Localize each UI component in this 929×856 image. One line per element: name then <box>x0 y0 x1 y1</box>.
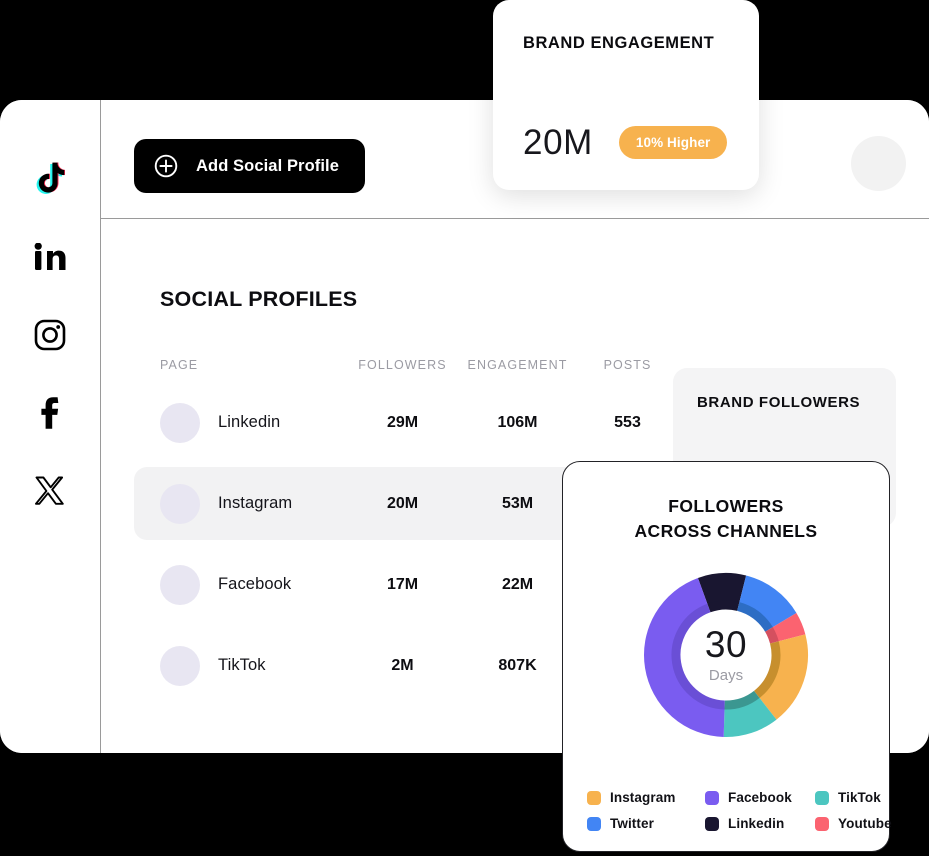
instagram-icon <box>34 319 66 351</box>
legend-label-instagram: Instagram <box>610 790 676 805</box>
brand-engagement-title: BRAND ENGAGEMENT <box>523 34 715 52</box>
row-avatar <box>160 564 200 605</box>
legend-swatch-youtube <box>815 816 829 831</box>
legend-label-twitter: Twitter <box>610 816 654 831</box>
donut-segment-youtube <box>772 612 806 642</box>
brand-engagement-metric: 20M 10% Higher <box>523 123 728 162</box>
legend-item-linkedin[interactable]: Linkedin <box>705 816 815 831</box>
legend-item-tiktok[interactable]: TikTok <box>815 790 892 805</box>
table-cell-page-label: Linkedin <box>218 413 281 431</box>
table-cell-page-label: Instagram <box>218 494 293 512</box>
facebook-icon <box>41 397 59 429</box>
legend-item-facebook[interactable]: Facebook <box>705 790 815 805</box>
legend-swatch-twitter <box>587 816 601 831</box>
donut-segment-linkedin <box>697 572 747 605</box>
brand-engagement-card: BRAND ENGAGEMENT 20M 10% Higher <box>493 0 759 190</box>
column-header-followers: FOLLOWERS <box>358 358 447 372</box>
legend-item-twitter[interactable]: Twitter <box>587 816 705 831</box>
sidebar-item-instagram[interactable] <box>23 308 77 362</box>
column-header-page: PAGE <box>160 358 199 372</box>
sidebar-item-linkedin[interactable] <box>23 230 77 284</box>
row-avatar <box>160 483 200 524</box>
table-cell-page: Instagram <box>160 483 350 524</box>
sidebar-item-tiktok[interactable] <box>23 152 77 206</box>
donut-segment-linkedin <box>707 600 740 613</box>
legend-swatch-facebook <box>705 790 719 805</box>
row-avatar <box>160 402 200 443</box>
followers-chart-title-line2: ACROSS CHANNELS <box>634 521 818 542</box>
sidebar-item-facebook[interactable] <box>23 386 77 440</box>
table-cell-page-label: Facebook <box>218 575 292 593</box>
donut-segment-tiktok <box>723 696 777 737</box>
donut-svg <box>644 572 808 737</box>
chart-legend: Instagram Facebook TikTok Twitter Linked… <box>587 790 892 831</box>
legend-swatch-instagram <box>587 790 601 805</box>
table-cell-engagement: 106M <box>497 413 538 431</box>
legend-label-youtube: Youtube <box>838 816 892 831</box>
table-cell-page: Linkedin <box>160 402 350 443</box>
followers-across-channels-card: FOLLOWERS ACROSS CHANNELS 30 Days Instag… <box>562 461 892 852</box>
social-sidebar <box>0 100 101 753</box>
column-header-engagement: ENGAGEMENT <box>467 358 568 372</box>
table-cell-followers: 17M <box>386 575 419 593</box>
add-social-profile-label: Add Social Profile <box>196 156 339 175</box>
avatar[interactable] <box>851 136 906 191</box>
plus-circle-icon <box>154 154 178 178</box>
brand-followers-title: BRAND FOLLOWERS <box>697 394 861 411</box>
table-cell-posts: 553 <box>614 413 641 431</box>
table-cell-page-label: TikTok <box>218 656 266 674</box>
screenshot-root: Add Social Profile SOCIAL PROFILES PAGE … <box>0 0 929 856</box>
followers-chart-title-line1: FOLLOWERS <box>668 496 784 516</box>
add-social-profile-button[interactable]: Add Social Profile <box>134 139 365 193</box>
page-title: SOCIAL PROFILES <box>160 287 358 311</box>
legend-label-facebook: Facebook <box>728 790 792 805</box>
brand-engagement-badge: 10% Higher <box>618 126 728 159</box>
legend-item-youtube[interactable]: Youtube <box>815 816 892 831</box>
legend-label-tiktok: TikTok <box>838 790 881 805</box>
table-cell-followers: 20M <box>386 494 419 512</box>
row-avatar <box>160 645 200 686</box>
legend-item-instagram[interactable]: Instagram <box>587 790 705 805</box>
legend-label-linkedin: Linkedin <box>728 816 785 831</box>
tiktok-icon <box>36 162 65 194</box>
followers-chart-title: FOLLOWERS ACROSS CHANNELS <box>563 494 889 545</box>
twitter-x-icon <box>35 476 64 505</box>
table-cell-followers: 2M <box>391 656 414 674</box>
brand-engagement-value: 20M <box>523 123 593 162</box>
donut-segment-youtube <box>765 626 779 644</box>
table-row[interactable]: Linkedin 29M 106M 553 <box>134 386 694 459</box>
followers-donut-chart: 30 Days <box>640 569 812 741</box>
table-header-row: PAGE FOLLOWERS ENGAGEMENT POSTS <box>134 352 694 378</box>
legend-swatch-tiktok <box>815 790 829 805</box>
sidebar-item-twitter-x[interactable] <box>23 464 77 518</box>
donut-inner-ring <box>671 600 781 710</box>
linkedin-icon <box>34 243 66 270</box>
legend-swatch-linkedin <box>705 816 719 831</box>
table-cell-page: Facebook <box>160 564 350 605</box>
table-cell-page: TikTok <box>160 645 350 686</box>
column-header-posts: POSTS <box>603 358 652 372</box>
table-cell-followers: 29M <box>386 413 419 431</box>
